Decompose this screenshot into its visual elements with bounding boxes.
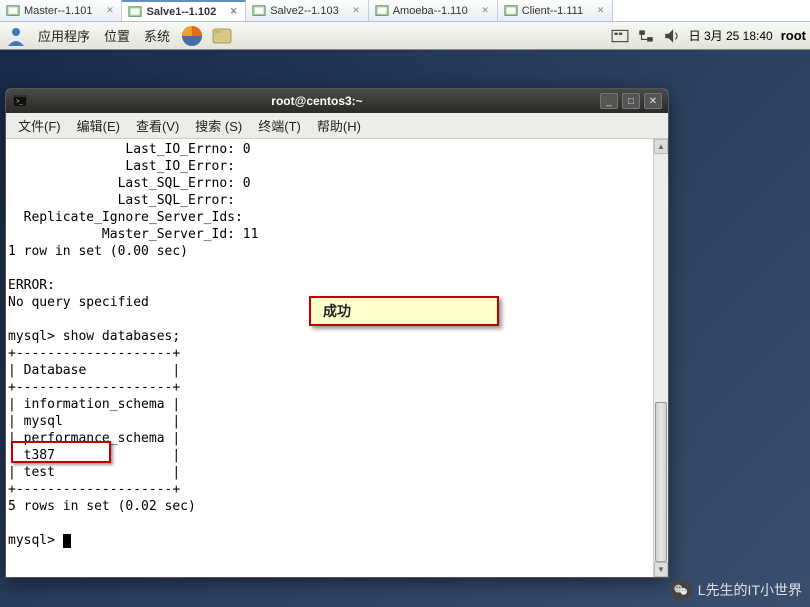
watermark-text: L先生的IT小世界: [698, 580, 802, 600]
annotation-text: 成功: [323, 301, 351, 321]
terminal-app-icon: >_: [12, 93, 28, 109]
menu-edit[interactable]: 编辑(E): [71, 114, 126, 137]
scroll-up-button[interactable]: ▲: [654, 139, 668, 154]
menu-file[interactable]: 文件(F): [12, 114, 67, 137]
window-title: root@centos3:~: [34, 94, 600, 108]
terminal-menubar: 文件(F) 编辑(E) 查看(V) 搜索 (S) 终端(T) 帮助(H): [6, 113, 668, 139]
tab-client[interactable]: Client--1.111 ✕: [498, 0, 613, 21]
menu-system[interactable]: 系统: [140, 24, 174, 47]
window-titlebar[interactable]: >_ root@centos3:~ _ □ ✕: [6, 89, 668, 113]
tab-label: Client--1.111: [522, 5, 583, 17]
panel-clock[interactable]: 日 3月 25 18:40: [689, 27, 773, 44]
tab-label: Master--1.101: [24, 5, 92, 17]
scrollbar[interactable]: ▲ ▼: [653, 139, 668, 577]
menu-places[interactable]: 位置: [100, 24, 134, 47]
panel-tray: 日 3月 25 18:40 root: [611, 27, 806, 45]
scroll-thumb[interactable]: [655, 402, 667, 562]
close-icon[interactable]: ✕: [228, 6, 239, 17]
close-icon[interactable]: ✕: [480, 5, 491, 16]
close-icon[interactable]: ✕: [595, 5, 606, 16]
menu-help[interactable]: 帮助(H): [311, 114, 367, 137]
menu-applications[interactable]: 应用程序: [34, 24, 94, 47]
terminal-body[interactable]: Last_IO_Errno: 0 Last_IO_Error: Last_SQL…: [6, 139, 668, 577]
terminal-icon: [504, 4, 518, 18]
terminal-window: >_ root@centos3:~ _ □ ✕ 文件(F) 编辑(E) 查看(V…: [5, 88, 669, 578]
annotation-success: 成功: [309, 296, 499, 326]
tab-amoeba[interactable]: Amoeba--1.110 ✕: [369, 0, 498, 21]
menu-terminal[interactable]: 终端(T): [252, 114, 307, 137]
tab-master[interactable]: Master--1.101 ✕: [0, 0, 122, 21]
watermark: L先生的IT小世界: [670, 579, 802, 601]
scroll-track[interactable]: [654, 154, 668, 562]
file-manager-icon[interactable]: [210, 24, 234, 48]
terminal-output: Last_IO_Errno: 0 Last_IO_Error: Last_SQL…: [6, 139, 668, 551]
scroll-down-button[interactable]: ▼: [654, 562, 668, 577]
tab-label: Salve1--1.102: [146, 6, 216, 18]
tab-label: Salve2--1.103: [270, 5, 339, 17]
menu-view[interactable]: 查看(V): [130, 114, 185, 137]
terminal-icon: [6, 4, 20, 18]
menu-search[interactable]: 搜索 (S): [189, 114, 248, 137]
close-icon[interactable]: ✕: [351, 5, 362, 16]
wechat-icon: [670, 579, 692, 601]
gnome-panel: 应用程序 位置 系统 日 3月 25 18:40 root: [0, 22, 810, 50]
close-icon[interactable]: ✕: [104, 5, 115, 16]
minimize-button[interactable]: _: [600, 93, 618, 109]
window-controls: _ □ ✕: [600, 93, 662, 109]
maximize-button[interactable]: □: [622, 93, 640, 109]
tab-salve2[interactable]: Salve2--1.103 ✕: [246, 0, 369, 21]
distro-icon[interactable]: [4, 24, 28, 48]
network-icon[interactable]: [637, 27, 655, 45]
close-button[interactable]: ✕: [644, 93, 662, 109]
firefox-icon[interactable]: [180, 24, 204, 48]
input-method-icon[interactable]: [611, 27, 629, 45]
svg-text:>_: >_: [16, 99, 24, 105]
terminal-icon: [128, 5, 142, 19]
connection-tabs: Master--1.101 ✕ Salve1--1.102 ✕ Salve2--…: [0, 0, 810, 22]
tab-label: Amoeba--1.110: [393, 5, 468, 17]
volume-icon[interactable]: [663, 27, 681, 45]
terminal-icon: [375, 4, 389, 18]
terminal-icon: [252, 4, 266, 18]
panel-user[interactable]: root: [781, 28, 806, 43]
tab-salve1[interactable]: Salve1--1.102 ✕: [122, 0, 246, 21]
desktop: >_ root@centos3:~ _ □ ✕ 文件(F) 编辑(E) 查看(V…: [0, 50, 810, 607]
